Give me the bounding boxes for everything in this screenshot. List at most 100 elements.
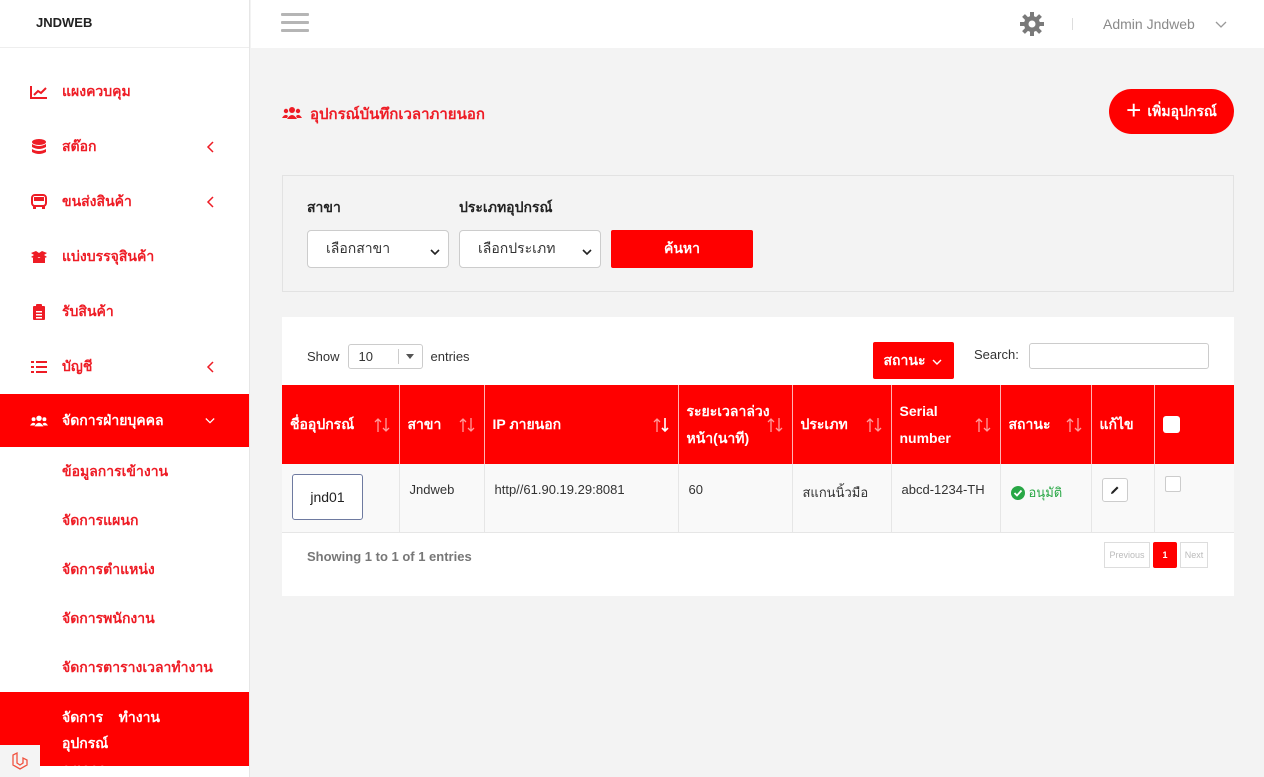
devices-table-card: Show 10 entries สถานะ Search: ชื่ออุปกรณ… bbox=[282, 317, 1234, 596]
chevron-down-icon bbox=[205, 416, 215, 426]
table-row: jnd01 Jndweb http//61.90.19.29:8081 60 ส… bbox=[282, 464, 1234, 533]
cell-edit bbox=[1091, 464, 1155, 533]
clipboard-icon bbox=[30, 303, 48, 321]
bus-icon bbox=[30, 193, 48, 211]
pagination-page-1[interactable]: 1 bbox=[1153, 542, 1177, 568]
sidebar-subitem-label-line1: จัดการอุปกรณ์ลงเวลา bbox=[62, 709, 109, 777]
page-title-text: อุปกรณ์บันทึกเวลาภายนอก bbox=[310, 106, 485, 123]
cell-external-ip: http//61.90.19.29:8081 bbox=[484, 464, 679, 533]
sidebar-item-hr[interactable]: จัดการฝ่ายบุคคล bbox=[0, 394, 249, 447]
device-name-button[interactable]: jnd01 bbox=[292, 474, 363, 520]
column-header-status[interactable]: สถานะ bbox=[1000, 385, 1092, 464]
table-info: Showing 1 to 1 of 1 entries bbox=[307, 549, 472, 564]
sidebar-item-dashboard[interactable]: แผงควบคุม bbox=[0, 64, 249, 119]
sidebar-item-label: แบ่งบรรจุสินค้า bbox=[62, 247, 155, 264]
sidebar-item-label: ขนส่งสินค้า bbox=[62, 192, 132, 209]
pagination: Previous 1 Next bbox=[1104, 542, 1208, 568]
chevron-down-icon[interactable] bbox=[1214, 17, 1228, 31]
chevron-down-icon bbox=[931, 355, 943, 367]
gear-icon[interactable] bbox=[1019, 11, 1045, 37]
sort-icon bbox=[766, 416, 784, 434]
device-type-select[interactable]: เลือกประเภท bbox=[459, 230, 601, 268]
boxes-icon bbox=[30, 248, 48, 266]
filter-search-button[interactable]: ค้นหา bbox=[611, 230, 753, 268]
chevron-left-icon bbox=[205, 195, 215, 208]
sort-icon bbox=[1065, 416, 1083, 434]
branch-select-value: เลือกสาขา bbox=[326, 240, 391, 256]
edit-button[interactable] bbox=[1101, 478, 1128, 502]
cell-device: jnd01 bbox=[282, 464, 400, 533]
add-device-button[interactable]: + เพิ่มอุปกรณ์ bbox=[1109, 89, 1234, 134]
sidebar-subitem-departments[interactable]: จัดการแผนก bbox=[0, 496, 249, 545]
column-header-label: ประเภท bbox=[800, 416, 848, 432]
column-header-device[interactable]: ชื่ออุปกรณ์ bbox=[282, 385, 400, 464]
type-filter-label: ประเภทอุปกรณ์ bbox=[459, 199, 553, 215]
user-menu-name[interactable]: Admin Jndweb bbox=[1103, 16, 1195, 32]
show-label: Show bbox=[307, 349, 340, 364]
sidebar-item-shipping[interactable]: ขนส่งสินค้า bbox=[0, 174, 249, 229]
row-select-checkbox[interactable] bbox=[1164, 476, 1181, 492]
sort-icon bbox=[865, 416, 883, 434]
users-icon bbox=[282, 106, 302, 122]
chevron-down-icon bbox=[582, 244, 592, 256]
sidebar-item-stock[interactable]: สต๊อก bbox=[0, 119, 249, 174]
devices-table: ชื่ออุปกรณ์ สาขา IP ภายนอก ระยะเวลาล่วงห… bbox=[282, 385, 1234, 533]
column-header-label: IP ภายนอก bbox=[492, 416, 562, 432]
chevron-left-icon bbox=[205, 360, 215, 373]
pencil-icon bbox=[1110, 486, 1118, 494]
database-icon bbox=[30, 138, 48, 156]
sidebar-item-label: จัดการฝ่ายบุคคล bbox=[62, 411, 164, 428]
sidebar-item-label: สต๊อก bbox=[62, 137, 97, 154]
sort-icon bbox=[458, 416, 476, 434]
topbar-divider bbox=[1072, 18, 1073, 30]
list-icon bbox=[30, 358, 48, 376]
chart-line-icon bbox=[30, 83, 48, 101]
table-search-input[interactable] bbox=[1029, 343, 1209, 369]
sidebar-subitem-positions[interactable]: จัดการตำแหน่ง bbox=[0, 545, 249, 594]
page-length-select[interactable]: 10 bbox=[347, 344, 423, 369]
column-header-branch[interactable]: สาขา bbox=[399, 385, 485, 464]
sidebar-item-receive[interactable]: รับสินค้า bbox=[0, 284, 249, 339]
column-header-external-ip[interactable]: IP ภายนอก bbox=[484, 385, 679, 464]
sidebar-item-label: รับสินค้า bbox=[62, 302, 114, 319]
column-header-serial[interactable]: Serial number bbox=[891, 385, 1001, 464]
pagination-previous[interactable]: Previous bbox=[1104, 542, 1150, 568]
device-type-select-value: เลือกประเภท bbox=[478, 240, 556, 256]
users-icon bbox=[30, 412, 48, 430]
brand-logo[interactable]: JNDWEB bbox=[0, 0, 249, 48]
select-all-checkbox[interactable] bbox=[1162, 416, 1180, 433]
caret-down-icon bbox=[405, 354, 414, 359]
sidebar-subitem-schedules[interactable]: จัดการตารางเวลาทำงาน bbox=[0, 643, 249, 692]
sort-icon bbox=[974, 416, 992, 434]
sidebar-item-label: แผงควบคุม bbox=[62, 82, 131, 99]
column-header-label: สาขา bbox=[407, 416, 442, 432]
column-header-lead-time[interactable]: ระยะเวลาล่วงหน้า(นาที) bbox=[678, 385, 793, 464]
sidebar-item-repack[interactable]: แบ่งบรรจุสินค้า bbox=[0, 229, 249, 284]
status-filter-label: สถานะ bbox=[883, 351, 926, 368]
pagination-next[interactable]: Next bbox=[1180, 542, 1208, 568]
sort-desc-icon bbox=[652, 416, 670, 434]
sidebar-subitem-employees[interactable]: จัดการพนักงาน bbox=[0, 594, 249, 643]
branch-filter-label: สาขา bbox=[307, 199, 341, 215]
column-header-label: ชื่ออุปกรณ์ bbox=[290, 416, 355, 432]
cell-type: สแกนนิ้วมือ bbox=[792, 464, 892, 533]
column-header-select-all bbox=[1154, 385, 1234, 464]
hamburger-menu-icon[interactable] bbox=[281, 13, 309, 33]
laravel-logo-icon[interactable] bbox=[0, 745, 40, 777]
column-header-type[interactable]: ประเภท bbox=[792, 385, 892, 464]
add-device-label: เพิ่มอุปกรณ์ bbox=[1147, 102, 1217, 119]
page-title: อุปกรณ์บันทึกเวลาภายนอก bbox=[282, 102, 485, 126]
entries-label: entries bbox=[430, 349, 470, 364]
sidebar-item-accounting[interactable]: บัญชี bbox=[0, 339, 249, 394]
cell-status: อนุมัติ bbox=[1000, 464, 1092, 533]
sort-icon bbox=[373, 416, 391, 434]
topbar: Admin Jndweb bbox=[251, 0, 1264, 48]
page-length-value: 10 bbox=[358, 349, 373, 364]
table-header-row: ชื่ออุปกรณ์ สาขา IP ภายนอก ระยะเวลาล่วงห… bbox=[282, 385, 1234, 464]
filter-panel: สาขา ประเภทอุปกรณ์ เลือกสาขา เลือกประเภท… bbox=[282, 175, 1234, 292]
branch-select[interactable]: เลือกสาขา bbox=[307, 230, 449, 268]
column-header-edit: แก้ไข bbox=[1091, 385, 1155, 464]
sidebar-subitem-attendance[interactable]: ข้อมูลการเข้างาน bbox=[0, 447, 249, 496]
status-filter-button[interactable]: สถานะ bbox=[873, 342, 954, 379]
sidebar-subitem-label-line2: ทำงาน bbox=[118, 709, 160, 725]
